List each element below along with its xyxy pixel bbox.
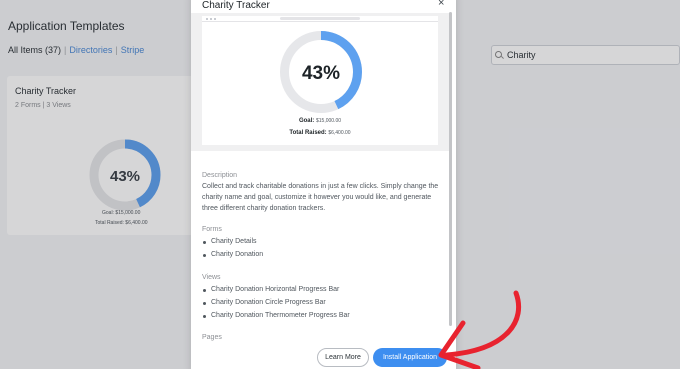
annotation-arrow-icon	[438, 290, 522, 369]
